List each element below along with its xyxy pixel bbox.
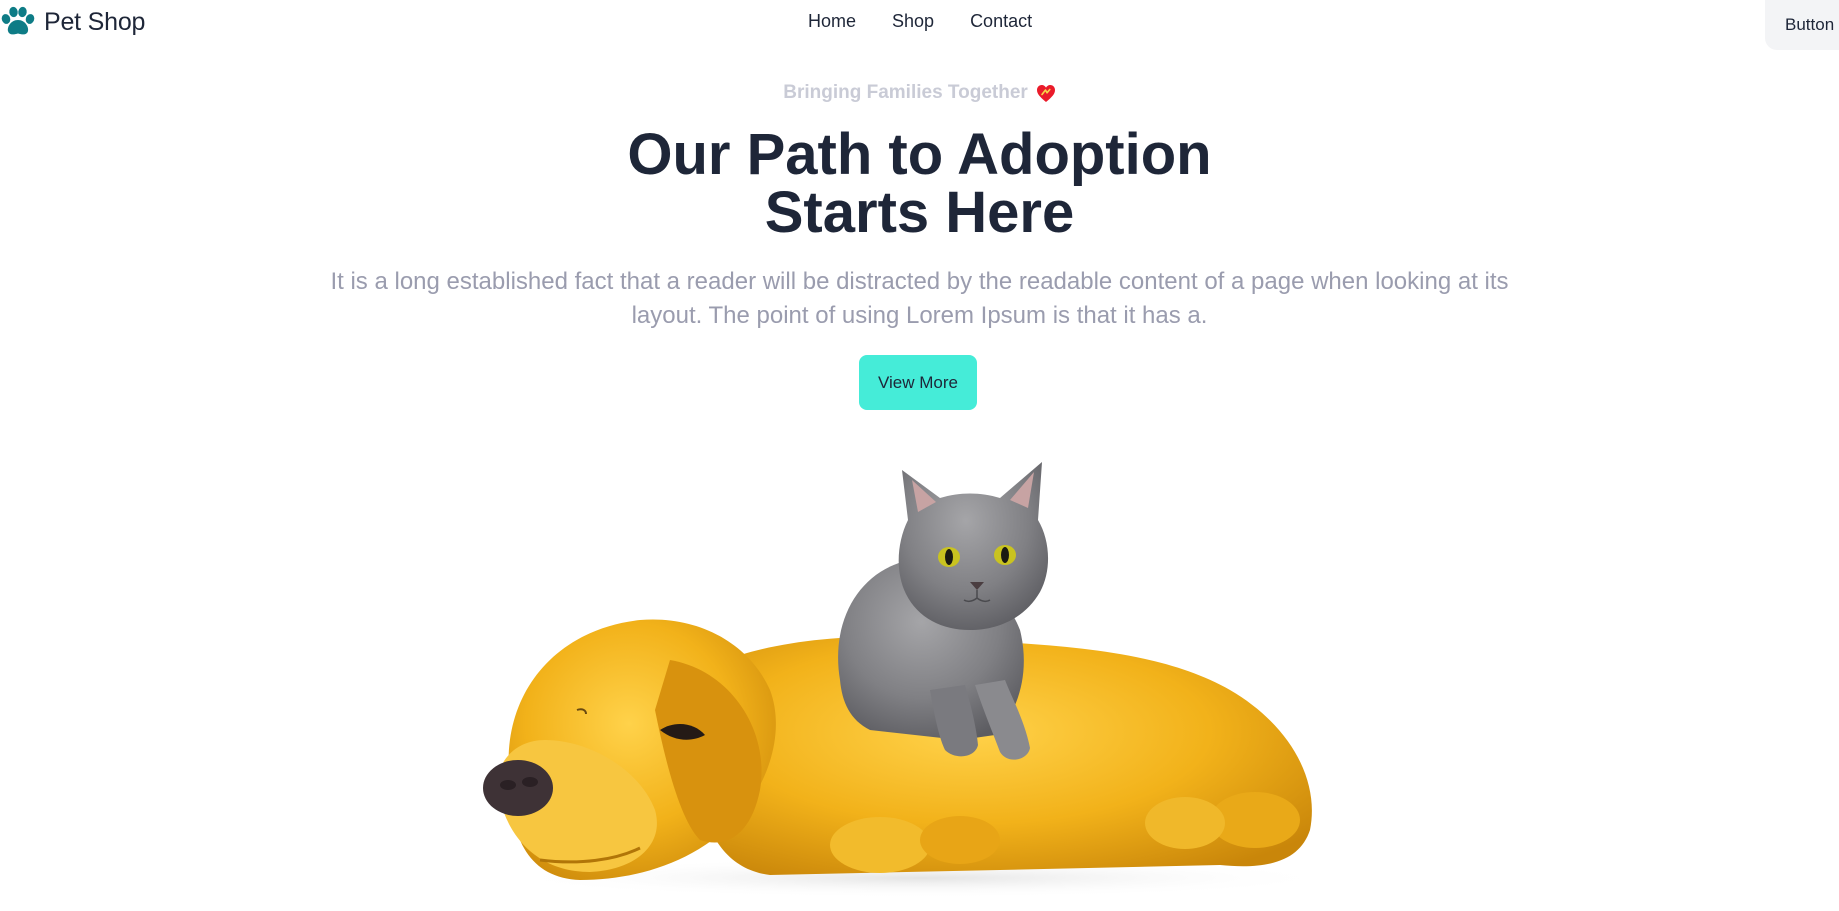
nav-links: Home Shop Contact <box>790 10 1050 32</box>
headline-line-2: Starts Here <box>764 180 1075 245</box>
hero-image-dog-and-cat <box>440 440 1400 911</box>
view-more-button[interactable]: View More <box>859 355 977 410</box>
nav-link-contact[interactable]: Contact <box>952 10 1050 32</box>
page: Pet Shop Home Shop Contact Button Bringi… <box>0 0 1839 911</box>
headline-line-1: Our Path to Adoption <box>627 122 1212 187</box>
paw-icon <box>1 6 35 35</box>
brand-logo[interactable]: Pet Shop <box>0 6 145 38</box>
hero-description: It is a long established fact that a rea… <box>330 268 1509 329</box>
nav-link-shop[interactable]: Shop <box>874 10 952 32</box>
nav-link-home[interactable]: Home <box>790 10 874 32</box>
hero-tagline: Bringing Families Together <box>0 82 1839 104</box>
navbar: Pet Shop Home Shop Contact Button <box>0 0 1839 50</box>
brand-name: Pet Shop <box>44 7 146 36</box>
heart-icon <box>1036 84 1055 102</box>
nav-button[interactable]: Button <box>1765 0 1839 50</box>
tagline-text: Bringing Families Together <box>783 82 1028 103</box>
hero-headline: Our Path to Adoption Starts Here <box>0 126 1839 242</box>
